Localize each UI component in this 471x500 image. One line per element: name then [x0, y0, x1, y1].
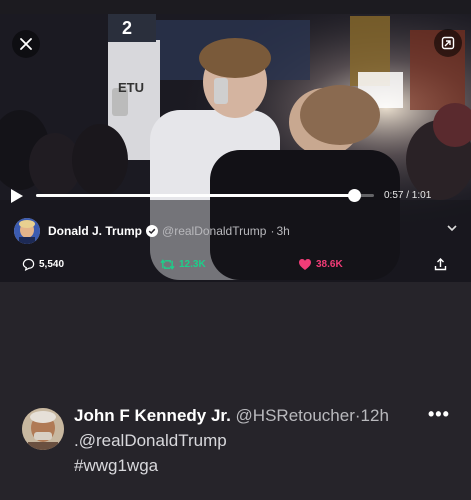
video-player[interactable]: 2 ETU 0:57 / 1:01 Donald J. Trump @realD… [0, 0, 471, 282]
verified-icon [146, 225, 159, 237]
retweet-count: 12.3K [179, 259, 206, 270]
video-author-row[interactable]: Donald J. Trump @realDonaldTrump · 3h [14, 218, 464, 244]
reply-button[interactable]: 5,540 [22, 258, 64, 271]
reply-icon [22, 258, 35, 271]
action-bar: 5,540 12.3K 38.6K [0, 258, 471, 278]
more-icon[interactable]: ••• [428, 404, 450, 425]
chevron-down-icon[interactable] [446, 222, 458, 234]
video-top-strip [0, 0, 471, 14]
expand-button[interactable] [434, 29, 462, 57]
retweet-icon [160, 259, 175, 270]
tweet-header: John F Kennedy Jr. @HSRetoucher·12h [74, 406, 389, 426]
post-age: 3h [276, 224, 290, 238]
reply-tweet[interactable]: John F Kennedy Jr. @HSRetoucher·12h .@re… [22, 404, 462, 484]
author-handle[interactable]: @realDonaldTrump [162, 224, 266, 238]
scrubber-fill [36, 194, 355, 197]
author-avatar[interactable] [14, 218, 40, 244]
tweet-author-handle[interactable]: @HSRetoucher [236, 406, 355, 425]
overlay-sign-number: 2 [122, 18, 132, 38]
video-scrubber[interactable] [36, 189, 374, 202]
tweet-age: 12h [360, 406, 389, 425]
tweet-author-name[interactable]: John F Kennedy Jr. [74, 406, 231, 425]
expand-icon [441, 36, 455, 50]
like-icon [299, 259, 311, 270]
like-button[interactable]: 38.6K [298, 258, 343, 271]
tweet-text-hashtag[interactable]: #wwg1wga [74, 456, 158, 476]
retweet-button[interactable]: 12.3K [160, 258, 206, 271]
tweet-avatar-image [22, 408, 64, 450]
meta-separator: · [270, 224, 275, 238]
like-count: 38.6K [316, 259, 343, 270]
pillar-sign-letters: ETU [118, 80, 144, 95]
tweet-avatar[interactable] [22, 408, 64, 450]
close-icon [20, 38, 32, 50]
author-name[interactable]: Donald J. Trump [48, 224, 142, 238]
video-time: 0:57 / 1:01 [384, 190, 432, 201]
play-icon[interactable] [10, 188, 24, 204]
reply-count: 5,540 [39, 259, 65, 270]
author-avatar-image [14, 218, 40, 244]
share-button[interactable] [434, 258, 447, 271]
share-icon [434, 258, 447, 271]
tweet-text-mention[interactable]: .@realDonaldTrump [74, 431, 227, 451]
close-button[interactable] [12, 30, 40, 58]
